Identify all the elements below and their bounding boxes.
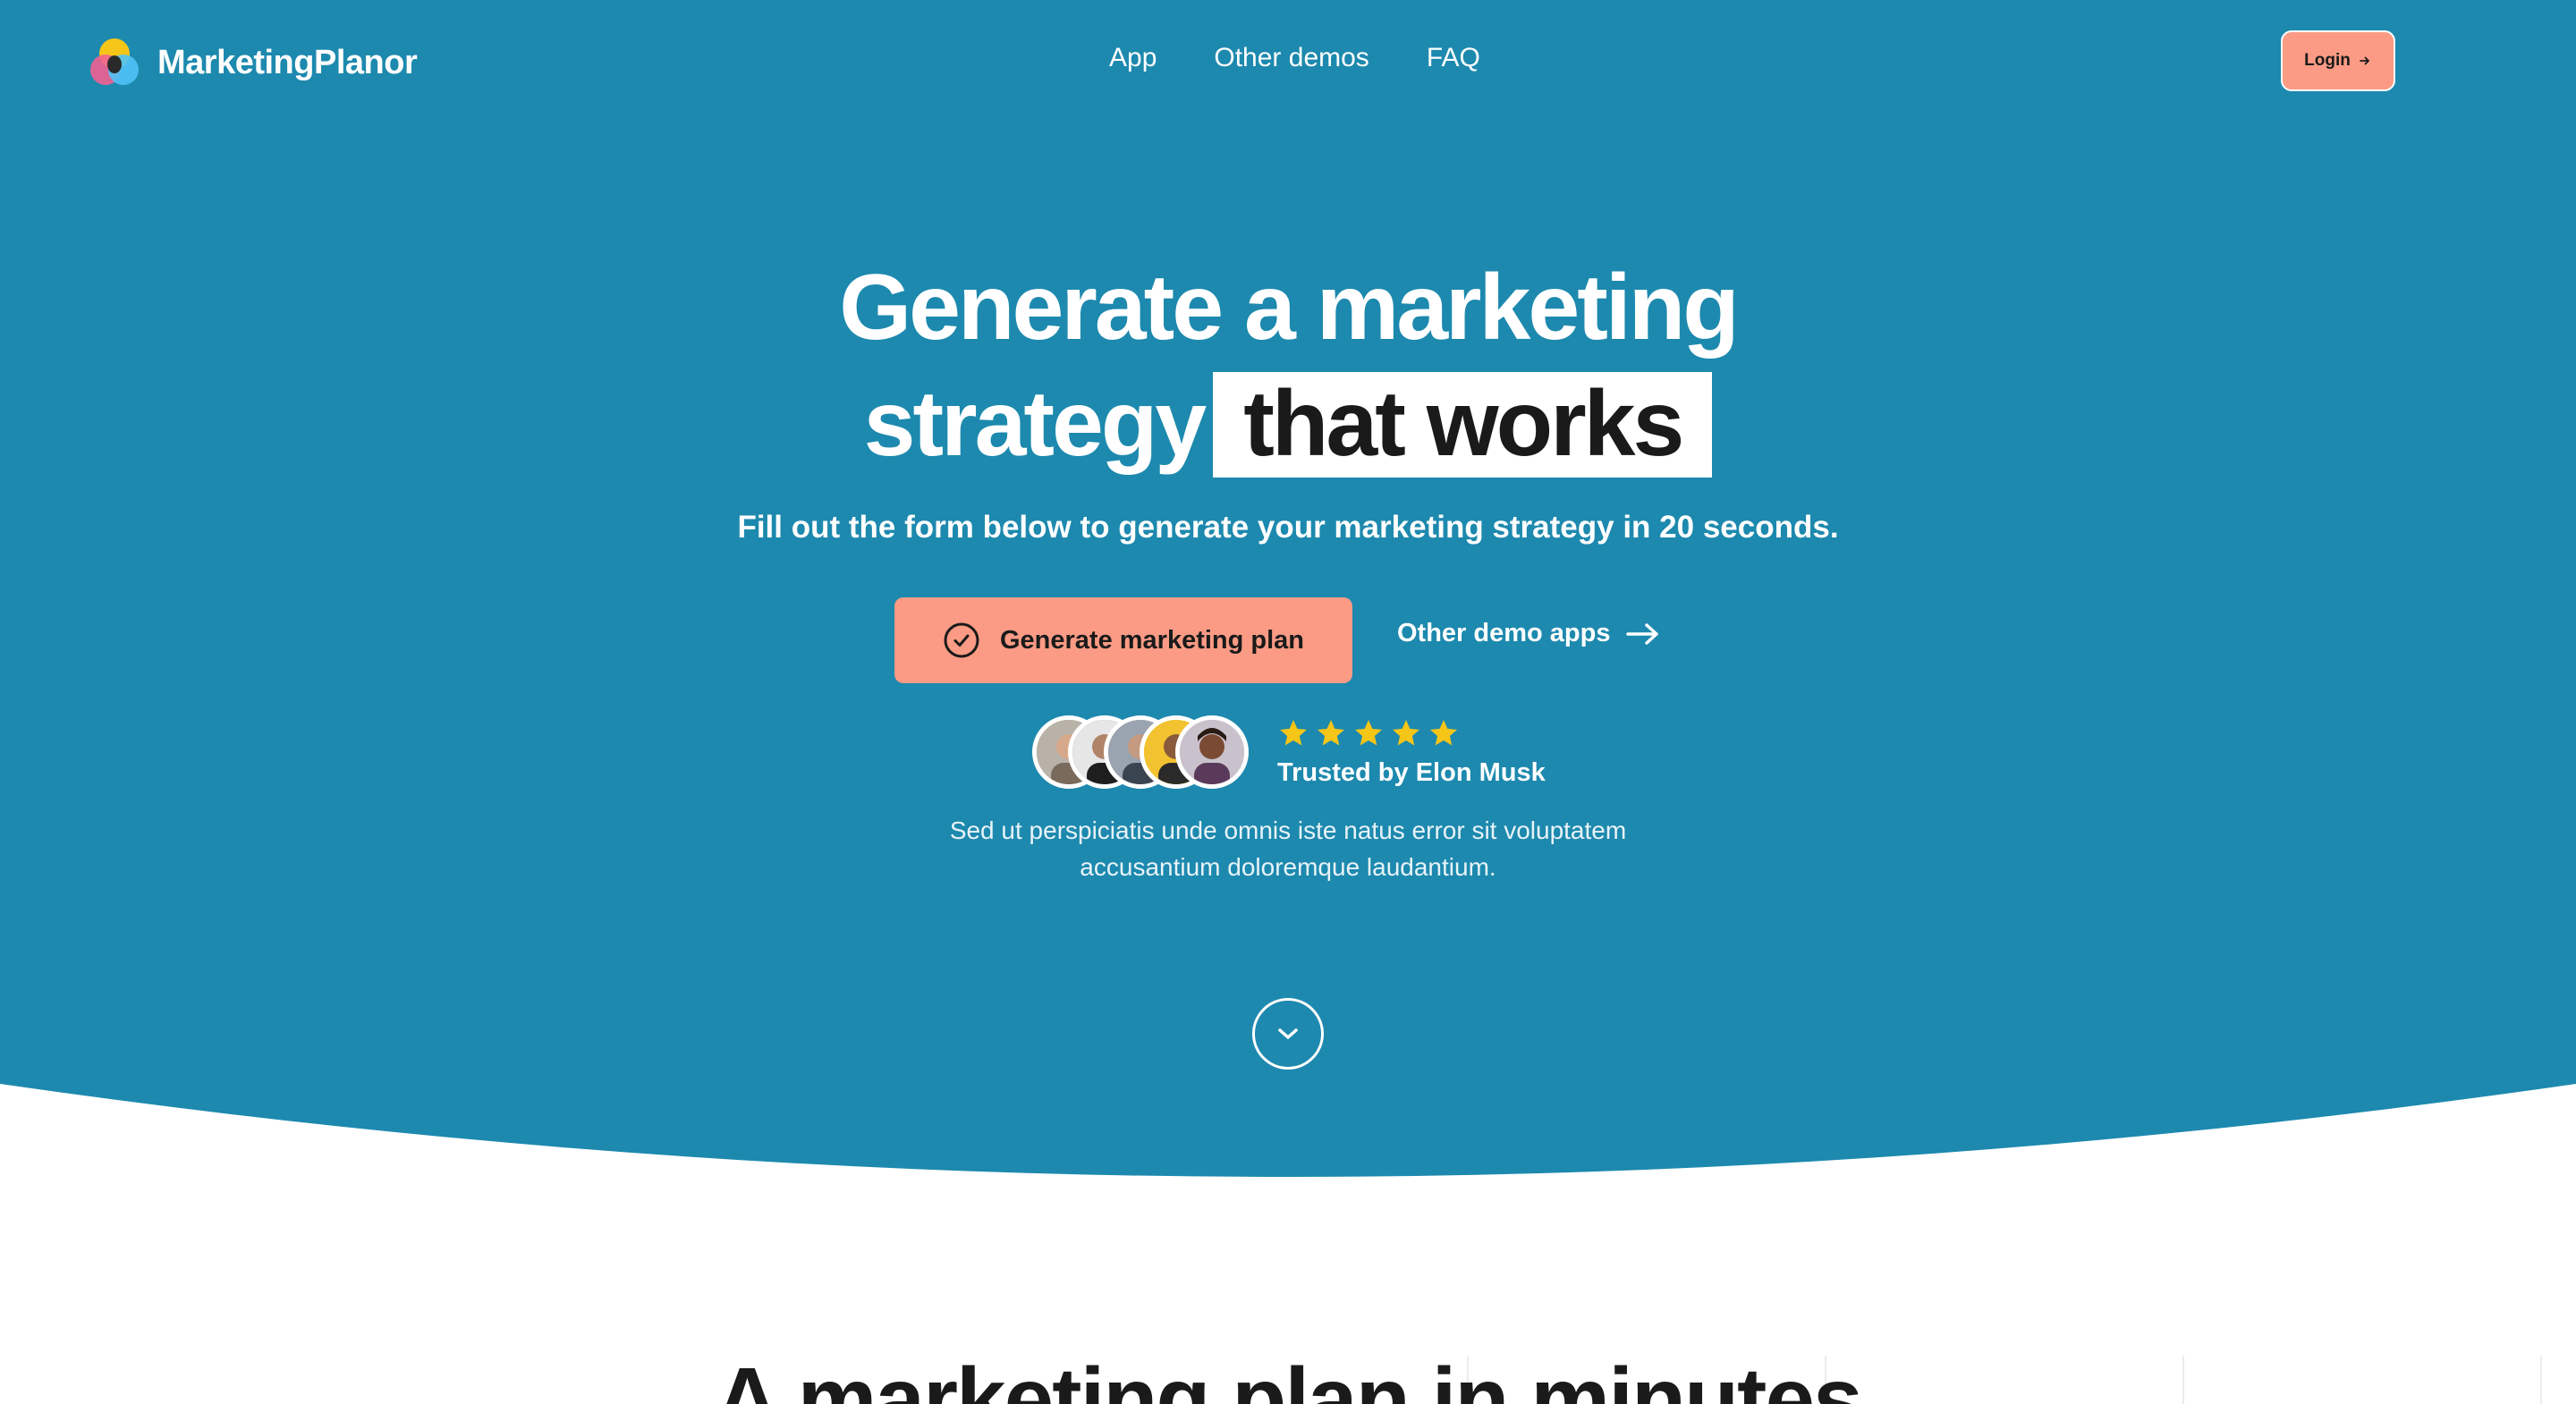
star-icon xyxy=(1355,720,1382,746)
main-nav: App Other demos FAQ xyxy=(1109,43,1480,73)
arrow-right-icon xyxy=(1625,622,1658,645)
brand-name: MarketingPlanor xyxy=(157,43,418,81)
star-icon xyxy=(1430,720,1457,746)
star-icon xyxy=(1280,720,1307,746)
hero-section: MarketingPlanor App Other demos FAQ Logi… xyxy=(0,0,2576,1198)
nav-item-other-demos[interactable]: Other demos xyxy=(1214,43,1368,73)
nav-item-faq[interactable]: FAQ xyxy=(1427,43,1480,73)
hero-description-line1: Sed ut perspiciatis unde omnis iste natu… xyxy=(949,816,1627,844)
star-icon xyxy=(1318,720,1344,746)
nav-item-app[interactable]: App xyxy=(1109,43,1157,73)
generate-plan-button[interactable]: Generate marketing plan xyxy=(894,597,1352,683)
login-label: Login xyxy=(2304,51,2351,70)
hero-title-line2: strategy that works xyxy=(0,372,2576,478)
logo-icon xyxy=(86,34,143,91)
other-demo-apps-link[interactable]: Other demo apps xyxy=(1397,619,1661,648)
section-title: A marketing plan in minutes xyxy=(715,1349,1862,1404)
hero-title-line1: Generate a marketing xyxy=(839,256,1740,359)
star-icon xyxy=(1393,720,1419,746)
login-button[interactable]: Login xyxy=(2281,30,2395,91)
hero-description: Sed ut perspiciatis unde omnis iste natu… xyxy=(0,812,2576,885)
trusted-by-text: Trusted by Elon Musk xyxy=(1277,758,1546,787)
hero-title-highlight: that works xyxy=(1213,372,1713,478)
hero-subtitle: Fill out the form below to generate your… xyxy=(737,510,1839,545)
hero-description-line2: accusantium doloremque laudantium. xyxy=(1080,853,1496,881)
avatar-group xyxy=(1032,715,1252,792)
avatar xyxy=(1175,715,1249,789)
check-circle-icon xyxy=(944,622,979,658)
hero-title-plain: strategy xyxy=(863,372,1208,476)
rating-stars xyxy=(1277,717,1460,749)
generate-plan-label: Generate marketing plan xyxy=(999,625,1305,655)
chevron-down-icon xyxy=(1278,1028,1298,1039)
scroll-down-button[interactable] xyxy=(1252,998,1324,1070)
brand-logo[interactable]: MarketingPlanor xyxy=(86,34,418,91)
arrow-right-icon xyxy=(2359,56,2369,65)
other-demo-apps-label: Other demo apps xyxy=(1397,619,1611,647)
